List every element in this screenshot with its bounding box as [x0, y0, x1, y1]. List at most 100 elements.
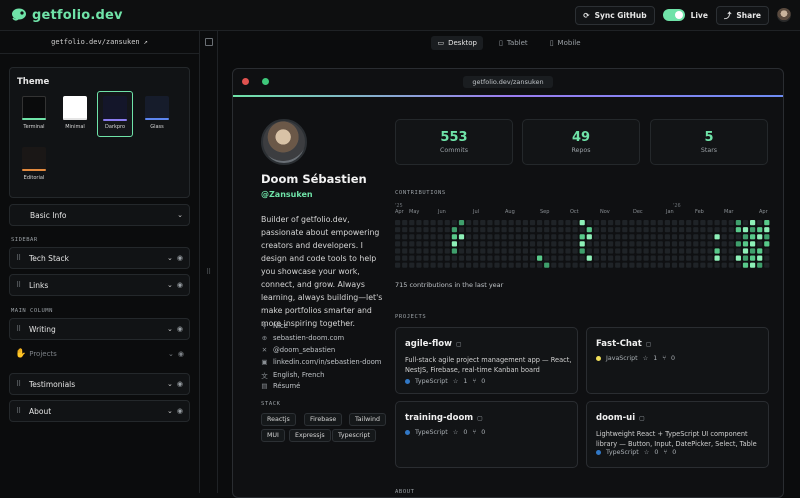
device-tablet[interactable]: ▯ Tablet: [493, 36, 534, 50]
heatmap-cell: [629, 234, 635, 240]
meta-resume[interactable]: ▤ Résumé: [261, 382, 300, 390]
heatmap-cell: [529, 255, 536, 261]
maximize-dot-icon[interactable]: [262, 78, 269, 85]
project-card-agile-flow[interactable]: agile-flow ▢ Full-stack agile project man…: [395, 327, 578, 394]
device-mobile[interactable]: ▯ Mobile: [544, 36, 587, 50]
eye-icon[interactable]: ◉: [177, 281, 183, 289]
heatmap-cell: [487, 255, 493, 261]
chevron-down-icon[interactable]: ⌄: [167, 325, 173, 333]
theme-swatch-darkpro[interactable]: Darkpro: [97, 91, 133, 137]
heatmap-cell: [693, 241, 699, 247]
chevron-down-icon[interactable]: ⌄: [167, 407, 173, 415]
chevron-down-icon[interactable]: ⌄: [167, 281, 173, 289]
external-link-icon[interactable]: ↗: [144, 38, 148, 46]
heatmap-cell: [466, 220, 472, 226]
section-links[interactable]: ⠿ Links ⌄ ◉: [9, 274, 190, 296]
chevron-down-icon[interactable]: ⌄: [167, 380, 173, 388]
live-toggle[interactable]: [662, 9, 685, 21]
heatmap-cell: [764, 255, 770, 261]
collapse-panel-icon[interactable]: [205, 38, 213, 46]
theme-swatch-glass[interactable]: Glass: [142, 93, 172, 135]
section-writing[interactable]: ⠿ Writing ⌄ ◉: [9, 318, 190, 340]
drag-handle-icon[interactable]: ⠿: [16, 254, 26, 262]
heatmap-cell: [572, 248, 578, 254]
heatmap-cell: [700, 227, 706, 233]
eye-icon[interactable]: ◉: [177, 254, 183, 262]
theme-swatch-minimal[interactable]: Minimal: [60, 93, 90, 135]
heatmap-cell: [686, 248, 692, 254]
heatmap-cell: [679, 255, 685, 261]
eye-icon[interactable]: ◉: [177, 407, 183, 415]
heatmap-cell: [529, 220, 536, 226]
heatmap-cell: [473, 255, 479, 261]
heatmap-cell: [395, 241, 401, 247]
user-avatar[interactable]: [777, 8, 791, 22]
chevron-down-icon[interactable]: ⌄: [177, 211, 183, 219]
heatmap-cell: [615, 234, 621, 240]
heatmap-cell: [742, 227, 749, 233]
share-button[interactable]: ⤴ Share: [715, 5, 769, 25]
heatmap-cell: [657, 255, 663, 261]
section-label: Testimonials: [29, 379, 76, 389]
chevron-down-icon[interactable]: ⌄: [167, 254, 173, 262]
basic-info-section[interactable]: Basic Info ⌄: [9, 204, 190, 226]
heatmap-cell: [579, 262, 585, 268]
star-icon: ☆: [643, 449, 650, 456]
close-dot-icon[interactable]: [242, 78, 249, 85]
heatmap-cell: [402, 241, 408, 247]
drag-handle-icon[interactable]: ⠿: [16, 407, 26, 415]
sync-github-button[interactable]: ⟳ Sync GitHub: [575, 5, 655, 25]
heatmap-cell: [750, 234, 756, 240]
eye-icon[interactable]: ◉: [177, 325, 183, 333]
panel-divider[interactable]: ⠿: [200, 31, 218, 493]
heatmap-cell: [537, 241, 543, 247]
drag-handle-icon[interactable]: ⠿: [16, 281, 26, 289]
heatmap-cell: [650, 255, 656, 261]
brand[interactable]: getfolio.dev: [11, 6, 123, 25]
device-desktop[interactable]: ▭ Desktop: [431, 35, 483, 50]
meta-linkedin[interactable]: ▣ linkedin.com/in/sebastien-doom: [261, 358, 381, 366]
profile-url-bar[interactable]: getfolio.dev/zansuken ↗: [0, 31, 199, 54]
profile-handle[interactable]: @Zansuken: [261, 190, 313, 199]
section-testimonials[interactable]: ⠿ Testimonials ⌄ ◉: [9, 373, 190, 395]
stat-repos: 49 Repos: [522, 119, 640, 165]
heatmap-cell: [693, 262, 699, 268]
phone-icon: ▯: [549, 38, 554, 47]
heatmap-cell: [593, 241, 599, 247]
meta-website[interactable]: ⊕ sebastien-doom.com: [261, 334, 344, 342]
heatmap-cell: [522, 227, 528, 233]
heatmap-cell: [480, 262, 486, 268]
heatmap-cell: [451, 248, 457, 254]
heatmap-cell: [480, 220, 486, 226]
meta-x[interactable]: ✕ @doom_sebastien: [261, 346, 335, 354]
heatmap-cell: [430, 227, 436, 233]
resize-handle-icon[interactable]: ⠿: [206, 268, 211, 276]
drag-handle-icon[interactable]: ⠿: [16, 380, 26, 388]
eye-icon[interactable]: ◉: [177, 380, 183, 388]
month-label: Apr: [395, 209, 404, 215]
project-card-doom-ui[interactable]: doom-ui ▢ Lightweight React + TypeScript …: [586, 401, 769, 468]
theme-swatch-editorial[interactable]: Editorial: [19, 144, 49, 186]
section-projects-dragging[interactable]: ✋ Projects ⌄ ◉: [9, 343, 190, 365]
heatmap-cell: [551, 220, 557, 226]
heatmap-cell: [409, 248, 415, 254]
heatmap-cell: [501, 220, 507, 226]
heatmap-cell: [629, 262, 635, 268]
heatmap-cell: [430, 248, 436, 254]
heatmap-cell: [707, 255, 713, 261]
stack-label: STACK: [261, 401, 281, 407]
heatmap-cell: [508, 255, 514, 261]
section-about[interactable]: ⠿ About ⌄ ◉: [9, 400, 190, 422]
heatmap-cell: [643, 255, 649, 261]
drag-handle-icon[interactable]: ⠿: [16, 325, 26, 333]
profile-avatar: [261, 119, 307, 165]
meta-text: English, French: [273, 371, 325, 379]
projects-label: PROJECTS: [395, 314, 427, 320]
preview-url: getfolio.dev/zansuken: [463, 76, 553, 88]
heatmap-cell: [444, 234, 450, 240]
project-card-fast-chat[interactable]: Fast-Chat ▢ JavaScript ☆ 1 ⑂ 0: [586, 327, 769, 394]
theme-swatch-terminal[interactable]: Terminal: [19, 93, 49, 135]
project-card-training-doom[interactable]: training-doom ▢ TypeScript ☆ 0 ⑂ 0: [395, 401, 578, 468]
section-tech-stack[interactable]: ⠿ Tech Stack ⌄ ◉: [9, 247, 190, 269]
heatmap-cell: [572, 255, 578, 261]
